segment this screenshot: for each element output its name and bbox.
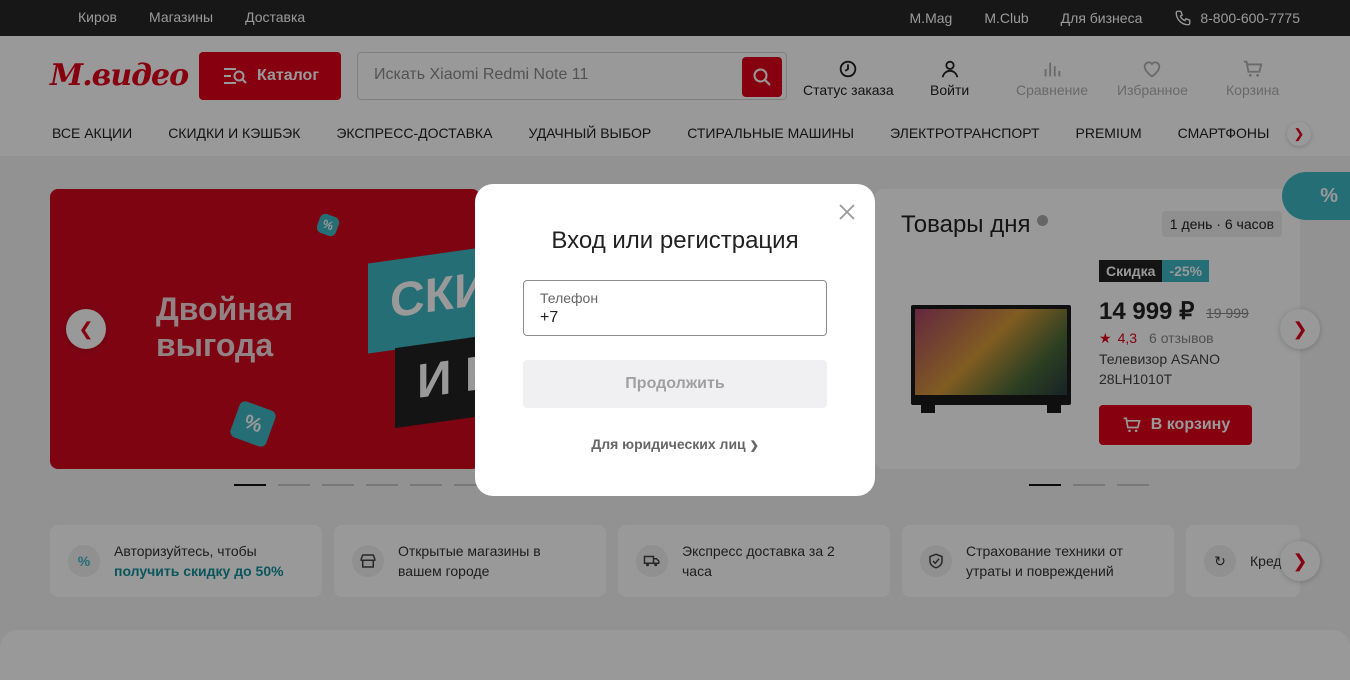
continue-button[interactable]: Продолжить — [523, 360, 827, 408]
login-modal: Вход или регистрация Телефон Продолжить … — [475, 184, 875, 496]
close-icon[interactable] — [837, 202, 857, 222]
legal-entities-label: Для юридических лиц — [591, 436, 746, 452]
phone-field-label: Телефон — [540, 290, 599, 306]
legal-entities-link[interactable]: Для юридических лиц ❯ — [475, 436, 875, 452]
chevron-right-icon: ❯ — [749, 440, 759, 452]
phone-input[interactable] — [540, 309, 810, 327]
phone-field[interactable]: Телефон — [523, 280, 827, 336]
modal-title: Вход или регистрация — [551, 227, 799, 254]
